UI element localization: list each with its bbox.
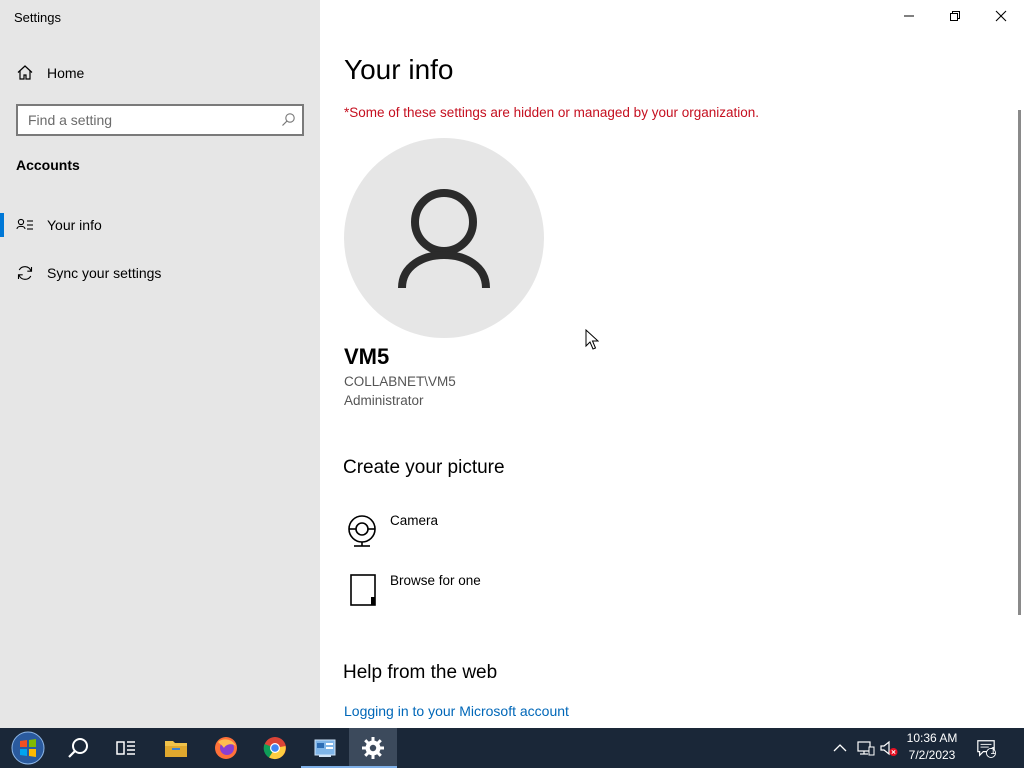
user-name: VM5 (344, 344, 390, 369)
chrome-button[interactable] (251, 728, 299, 768)
start-icon (11, 731, 45, 765)
close-icon (995, 10, 1007, 22)
sidebar: Settings Home Accounts Your info (0, 0, 320, 728)
clock-time: 10:36 AM (906, 731, 958, 745)
sidebar-item-label: Your info (47, 217, 102, 233)
home-label: Home (47, 65, 85, 81)
help-heading: Help from the web (343, 662, 498, 683)
start-button[interactable] (4, 728, 52, 768)
close-button[interactable] (978, 0, 1024, 32)
task-view-icon (116, 741, 135, 755)
search-icon (68, 738, 88, 758)
file-explorer-icon (165, 741, 187, 757)
clock-date: 7/2/2023 (908, 748, 956, 762)
sync-icon (17, 266, 33, 280)
settings-icon (362, 737, 384, 759)
minimize-icon (904, 15, 914, 17)
restore-icon (950, 11, 960, 21)
taskbar-clock[interactable]: 10:36 AM 7/2/2023 (900, 730, 964, 764)
search-icon[interactable] (280, 112, 296, 128)
sidebar-item-label: Sync your settings (47, 265, 162, 281)
sidebar-item-your-info[interactable]: Your info (0, 207, 320, 243)
page-title: Your info (344, 54, 454, 85)
user-account: COLLABNET\VM5 (344, 374, 456, 389)
taskbar-search-button[interactable] (54, 728, 102, 768)
section-title: Accounts (16, 157, 80, 173)
window-title: Settings (14, 10, 61, 25)
sidebar-item-sync[interactable]: Sync your settings (0, 255, 320, 291)
restore-button[interactable] (932, 0, 978, 32)
file-explorer-button[interactable] (152, 728, 200, 768)
search-box[interactable] (16, 104, 304, 136)
firefox-icon (215, 737, 237, 759)
camera-icon (348, 515, 376, 547)
contact-card-icon (16, 218, 33, 230)
chrome-icon (263, 737, 286, 760)
active-indicator (0, 213, 4, 237)
search-input[interactable] (18, 106, 268, 134)
avatar (344, 138, 544, 338)
control-panel-button[interactable] (301, 728, 349, 768)
managed-warning: *Some of these settings are hidden or ma… (344, 105, 760, 120)
home-icon (17, 65, 33, 80)
microsoft-account-link[interactable]: Logging in to your Microsoft account (344, 703, 569, 719)
firefox-button[interactable] (202, 728, 250, 768)
settings-button[interactable] (349, 728, 397, 768)
control-panel-icon (314, 739, 336, 757)
browse-option[interactable]: Browse for one (344, 573, 544, 613)
camera-option[interactable]: Camera (344, 513, 544, 553)
notification-count: 1 (990, 746, 996, 757)
task-view-button[interactable] (102, 728, 150, 768)
create-picture-heading: Create your picture (343, 457, 505, 478)
minimize-button[interactable] (886, 0, 932, 32)
user-avatar-icon (398, 189, 490, 289)
chevron-up-icon[interactable] (830, 738, 850, 758)
scrollbar[interactable] (1018, 110, 1021, 615)
taskbar: 1 (0, 728, 1024, 768)
file-icon (350, 574, 376, 606)
volume-muted-icon[interactable] (879, 738, 899, 758)
main-content: Your info *Some of these settings are hi… (320, 0, 1024, 728)
home-nav-item[interactable]: Home (0, 58, 320, 88)
camera-label: Camera (390, 513, 439, 528)
network-icon[interactable] (855, 738, 875, 758)
user-role: Administrator (344, 393, 424, 408)
mouse-cursor-icon (585, 329, 599, 350)
browse-label: Browse for one (390, 573, 481, 588)
